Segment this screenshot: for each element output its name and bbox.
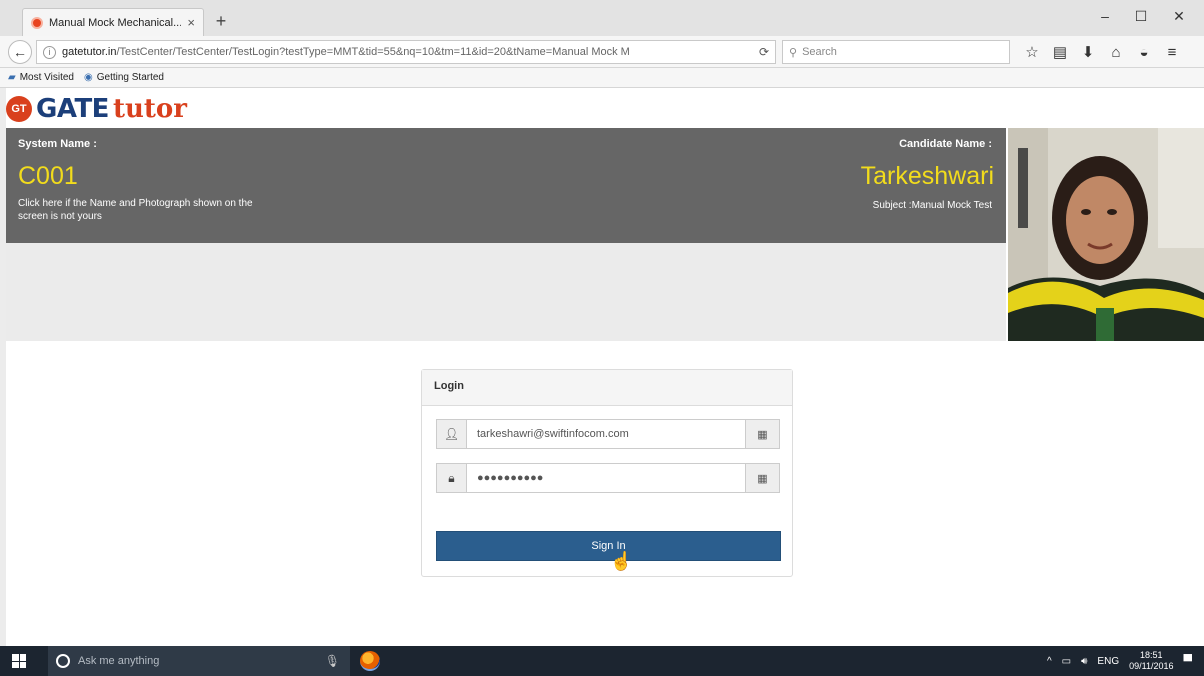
password-field: 🔒︎ ▦	[436, 463, 780, 493]
lock-icon: 🔒︎	[437, 464, 467, 492]
login-title: Login	[422, 370, 792, 406]
candidate-name-value: Tarkeshwari	[860, 162, 994, 190]
reload-icon[interactable]: ⟳	[759, 45, 769, 59]
url-text: gatetutor.in/TestCenter/TestCenter/TestL…	[62, 46, 753, 58]
notification-icon[interactable]: ▀	[1183, 654, 1192, 668]
close-tab-icon[interactable]: ×	[187, 15, 195, 30]
not-yours-link[interactable]: Click here if the Name and Photograph sh…	[18, 197, 278, 223]
url-host: gatetutor.in	[62, 46, 117, 58]
login-panel: Login 👤︎ ▦ 🔒︎ ▦ Sign In ☝	[421, 369, 793, 577]
page-content: GT GATE tutor System Name : C001 Click he…	[6, 88, 1204, 646]
cortana-search-box[interactable]: Ask me anything 🎙︎	[48, 646, 350, 676]
keyboard-grid-icon[interactable]: ▦	[745, 464, 779, 492]
close-window-button[interactable]: ✕	[1164, 8, 1194, 25]
browser-nav-bar: ← i gatetutor.in/TestCenter/TestCenter/T…	[0, 36, 1204, 68]
candidate-photo-image	[1008, 128, 1204, 341]
search-placeholder: Search	[802, 46, 837, 58]
site-info-icon[interactable]: i	[43, 45, 56, 59]
logo-gate-text: GATE	[36, 94, 109, 124]
network-icon[interactable]: ▭	[1062, 656, 1071, 667]
candidate-header: System Name : C001 Click here if the Nam…	[6, 128, 1006, 243]
home-icon[interactable]: ⌂	[1102, 44, 1130, 61]
chevron-up-icon[interactable]: ^	[1047, 656, 1052, 667]
browser-search-input[interactable]: ⚲ Search	[782, 40, 1010, 64]
tab-title: Manual Mock Mechanical...	[49, 16, 182, 29]
microphone-icon[interactable]: 🎙︎	[325, 654, 340, 668]
menu-icon[interactable]: ≡	[1158, 44, 1186, 61]
candidate-name-label: Candidate Name :	[899, 138, 992, 150]
back-arrow-icon[interactable]: ←	[8, 40, 32, 64]
user-icon: 👤︎	[437, 420, 467, 448]
address-bar[interactable]: i gatetutor.in/TestCenter/TestCenter/Tes…	[36, 40, 776, 64]
logo-badge: GT	[6, 96, 32, 122]
url-path: /TestCenter/TestCenter/TestLogin?testTyp…	[116, 46, 630, 58]
candidate-photo	[1008, 128, 1204, 341]
folder-icon: ▰	[8, 72, 16, 83]
volume-icon[interactable]: 🔊︎	[1081, 656, 1087, 667]
minimize-button[interactable]: –	[1090, 8, 1120, 24]
system-tray: ^ ▭ 🔊︎ ENG 18:51 09/11/2016 ▀	[1047, 646, 1192, 676]
subject-text: Subject :Manual Mock Test	[872, 200, 992, 211]
browser-tab-bar: Manual Mock Mechanical... × + – ☐ ✕	[0, 0, 1204, 36]
new-tab-button[interactable]: +	[210, 10, 232, 32]
bookmarks-bar: ▰ Most Visited ◉ Getting Started	[0, 68, 1204, 88]
reading-list-icon[interactable]: ▤	[1046, 43, 1074, 61]
system-name-value: C001	[18, 162, 78, 190]
cortana-icon	[56, 654, 70, 668]
gatetutor-logo: GT GATE tutor	[6, 90, 187, 128]
clock-time: 18:51	[1140, 650, 1163, 660]
password-input[interactable]	[467, 464, 745, 492]
toolbar-icons: ☆ ▤ ⬇ ⌂ ◒ ≡	[1018, 40, 1186, 64]
download-icon[interactable]: ⬇	[1074, 43, 1102, 61]
maximize-button[interactable]: ☐	[1126, 8, 1156, 25]
keyboard-grid-icon[interactable]: ▦	[745, 420, 779, 448]
logo-tutor-text: tutor	[112, 94, 187, 124]
bookmark-most-visited[interactable]: ▰ Most Visited	[8, 72, 74, 83]
search-icon: ⚲	[789, 46, 798, 59]
bookmark-getting-started[interactable]: ◉ Getting Started	[84, 72, 164, 83]
system-name-label: System Name :	[18, 138, 97, 150]
hand-cursor-icon: ☝	[610, 551, 633, 571]
header-spacer	[6, 243, 1006, 341]
browser-tab[interactable]: Manual Mock Mechanical... ×	[22, 8, 204, 36]
firefox-taskbar-icon[interactable]	[360, 651, 380, 671]
firefox-icon: ◉	[84, 72, 93, 83]
pocket-icon[interactable]: ◒	[1130, 44, 1158, 61]
windows-taskbar: Ask me anything 🎙︎ ^ ▭ 🔊︎ ENG 18:51 09/1…	[0, 646, 1204, 676]
site-favicon-icon	[31, 16, 43, 29]
username-input[interactable]	[467, 420, 745, 448]
cortana-placeholder: Ask me anything	[78, 655, 160, 667]
clock-date: 09/11/2016	[1129, 661, 1174, 671]
clock[interactable]: 18:51 09/11/2016	[1129, 650, 1173, 672]
sign-in-button[interactable]: Sign In	[436, 531, 781, 561]
bookmark-star-icon[interactable]: ☆	[1018, 43, 1046, 61]
language-indicator[interactable]: ENG	[1097, 656, 1119, 667]
username-field: 👤︎ ▦	[436, 419, 780, 449]
windows-start-icon[interactable]	[12, 654, 26, 668]
